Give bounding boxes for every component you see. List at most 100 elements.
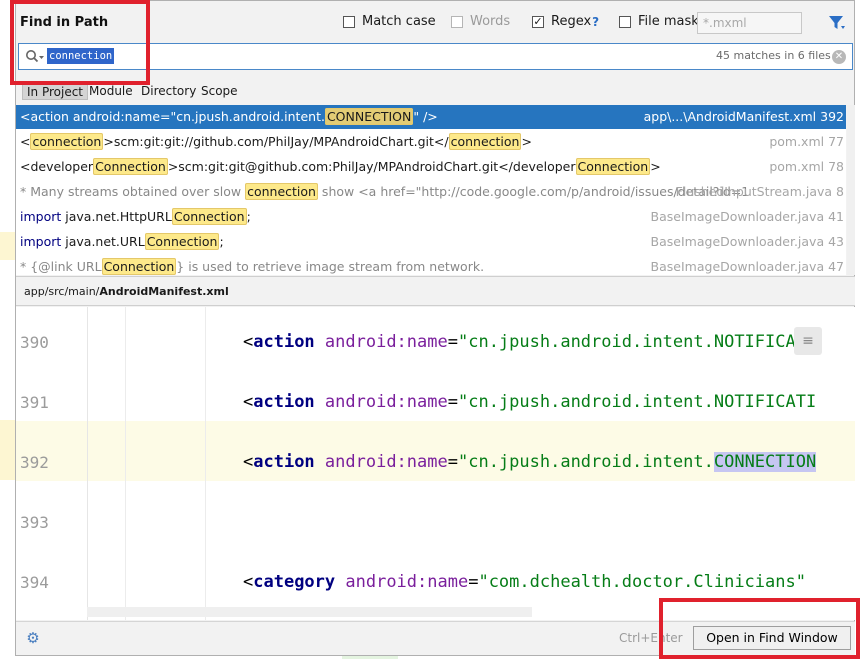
code-token: action [253, 452, 325, 472]
result-row[interactable]: <developer Connection >scm:git:git@github.… [16, 155, 846, 179]
code-token: = [447, 332, 458, 352]
result-text-part: ; [219, 234, 224, 249]
result-text: * {@link URL Connection} is used to retri… [20, 255, 484, 275]
indent-guide [125, 307, 126, 620]
filter-icon[interactable] [828, 14, 846, 32]
result-text: < connection >scm:git:git://github.com/Phi… [20, 130, 532, 154]
background-highlight [0, 232, 15, 260]
result-text-part: java.net.URL [65, 234, 145, 249]
words-checkbox[interactable]: Words [451, 14, 510, 29]
background-highlight [0, 420, 15, 480]
regex-help-link[interactable]: ? [592, 15, 599, 29]
path-prefix: app/src/main/ [24, 285, 100, 298]
file-mask-label: File mask: [638, 14, 704, 29]
code-token: android:name [324, 392, 448, 412]
code-token: android:name [324, 332, 448, 352]
clear-icon[interactable]: ✕ [832, 50, 846, 64]
result-row[interactable]: < connection >scm:git:git://github.com/Phi… [16, 130, 846, 154]
result-text-part: <action android:name="cn.jpush.android.i… [20, 109, 325, 124]
result-row[interactable]: * {@link URL Connection} is used to retri… [16, 255, 846, 275]
checkbox-icon [343, 15, 355, 28]
code-token: < [243, 452, 254, 472]
code-token: < [243, 392, 254, 412]
result-text: * Many streams obtained over slow connec… [20, 180, 749, 204]
preview-path: app/src/main/AndroidManifest.xml [24, 285, 229, 298]
result-text: <developer Connection >scm:git:git@github.… [20, 155, 661, 179]
result-text-part: import [20, 234, 66, 249]
line-number: 391 [20, 393, 49, 412]
result-text-part: } is used to retrieve image stream from … [176, 259, 485, 274]
result-row[interactable]: import java.net.URL Connection; BaseImageD… [16, 230, 846, 254]
line-number: 390 [20, 333, 49, 352]
results-scrollbar[interactable] [847, 105, 855, 275]
result-text-part: >scm:git:git@github.com:PhilJay/MPAndroi… [167, 159, 576, 174]
result-text-part: ; [246, 209, 251, 224]
match-highlight: connection [448, 133, 522, 150]
match-highlight: connection [245, 183, 318, 200]
code-line: <action android:name="cn.jpush.android.i… [243, 452, 855, 472]
match-case-checkbox[interactable]: Match case [343, 14, 436, 29]
code-token: android:name [324, 452, 448, 472]
match-highlight: Connection [575, 158, 651, 175]
annotation-frame [659, 598, 860, 659]
result-file: pom.xml 78 [769, 159, 844, 174]
code-token: android:name [345, 572, 469, 592]
match-count: 45 matches in 6 files [716, 49, 831, 62]
result-text-part: import [20, 209, 66, 224]
annotation-frame [10, 0, 150, 85]
result-text-part: " /> [413, 109, 438, 124]
gutter-divider [87, 307, 88, 620]
result-text-part: < [20, 134, 31, 149]
result-text-part: >scm:git:git://github.com/PhilJay/MPAndr… [103, 134, 449, 149]
code-line: <action android:name="cn.jpush.android.i… [243, 332, 855, 352]
code-token: = [447, 392, 458, 412]
code-token: "cn.jpush.android.intent.NOTIFICATI [457, 392, 817, 412]
path-file: AndroidManifest.xml [99, 285, 229, 298]
result-row[interactable]: <action android:name="cn.jpush.android.i… [16, 105, 846, 129]
code-token: = [468, 572, 479, 592]
match-highlight: connection [30, 133, 104, 150]
horizontal-scrollbar[interactable] [87, 607, 532, 617]
result-text-part: > [521, 134, 532, 149]
code-token: "cn.jpush.android.intent.NOTIFICATI [457, 332, 817, 352]
preview-settings-icon[interactable]: ≡ [794, 327, 822, 355]
checkbox-icon [619, 15, 631, 28]
code-line: <category android:name="com.dchealth.doc… [243, 572, 855, 592]
match-highlight: Connection [171, 208, 247, 225]
result-text-part: * {@link URL [20, 259, 102, 274]
match-highlight: CONNECTION [324, 108, 414, 125]
file-mask-input[interactable]: *.mxml [697, 12, 802, 34]
result-text: import java.net.HttpURL Connection; [20, 205, 251, 229]
result-text-part: <developer [20, 159, 94, 174]
result-file: FlushedInputStream.java 8 [675, 184, 844, 199]
indent-guide [205, 307, 206, 620]
result-file: pom.xml 77 [769, 134, 844, 149]
code-token: action [253, 332, 325, 352]
match-highlight: Connection [144, 233, 220, 250]
match-case-label: Match case [362, 14, 436, 29]
code-line: <action android:name="cn.jpush.android.i… [243, 392, 855, 412]
code-token: action [253, 392, 325, 412]
regex-checkbox[interactable]: ✓ Regex ? [532, 14, 599, 29]
result-row[interactable]: * Many streams obtained over slow connec… [16, 180, 846, 204]
code-token: < [243, 572, 254, 592]
code-token: < [243, 332, 254, 352]
result-text-part: * Many streams obtained over slow [20, 184, 246, 199]
current-line-highlight [16, 421, 855, 481]
code-token: = [447, 452, 458, 472]
result-row[interactable]: import java.net.HttpURL Connection; BaseIm… [16, 205, 846, 229]
result-text: import java.net.URL Connection; [20, 230, 224, 254]
match-highlight: Connection [93, 158, 168, 175]
line-number: 393 [20, 513, 49, 532]
words-label: Words [470, 14, 511, 29]
results-list: <action android:name="cn.jpush.android.i… [16, 105, 846, 275]
settings-icon[interactable]: ⚙ [25, 630, 41, 646]
tab-scope[interactable]: Scope [197, 82, 242, 100]
result-file: app\...\AndroidManifest.xml 392 [643, 109, 844, 124]
result-file: BaseImageDownloader.java 41 [650, 209, 844, 224]
code-token: category [253, 572, 346, 592]
regex-label: Regex [551, 14, 592, 29]
file-mask-checkbox[interactable]: File mask: [619, 14, 703, 29]
line-number: 394 [20, 573, 49, 592]
result-file: BaseImageDownloader.java 43 [650, 234, 844, 249]
